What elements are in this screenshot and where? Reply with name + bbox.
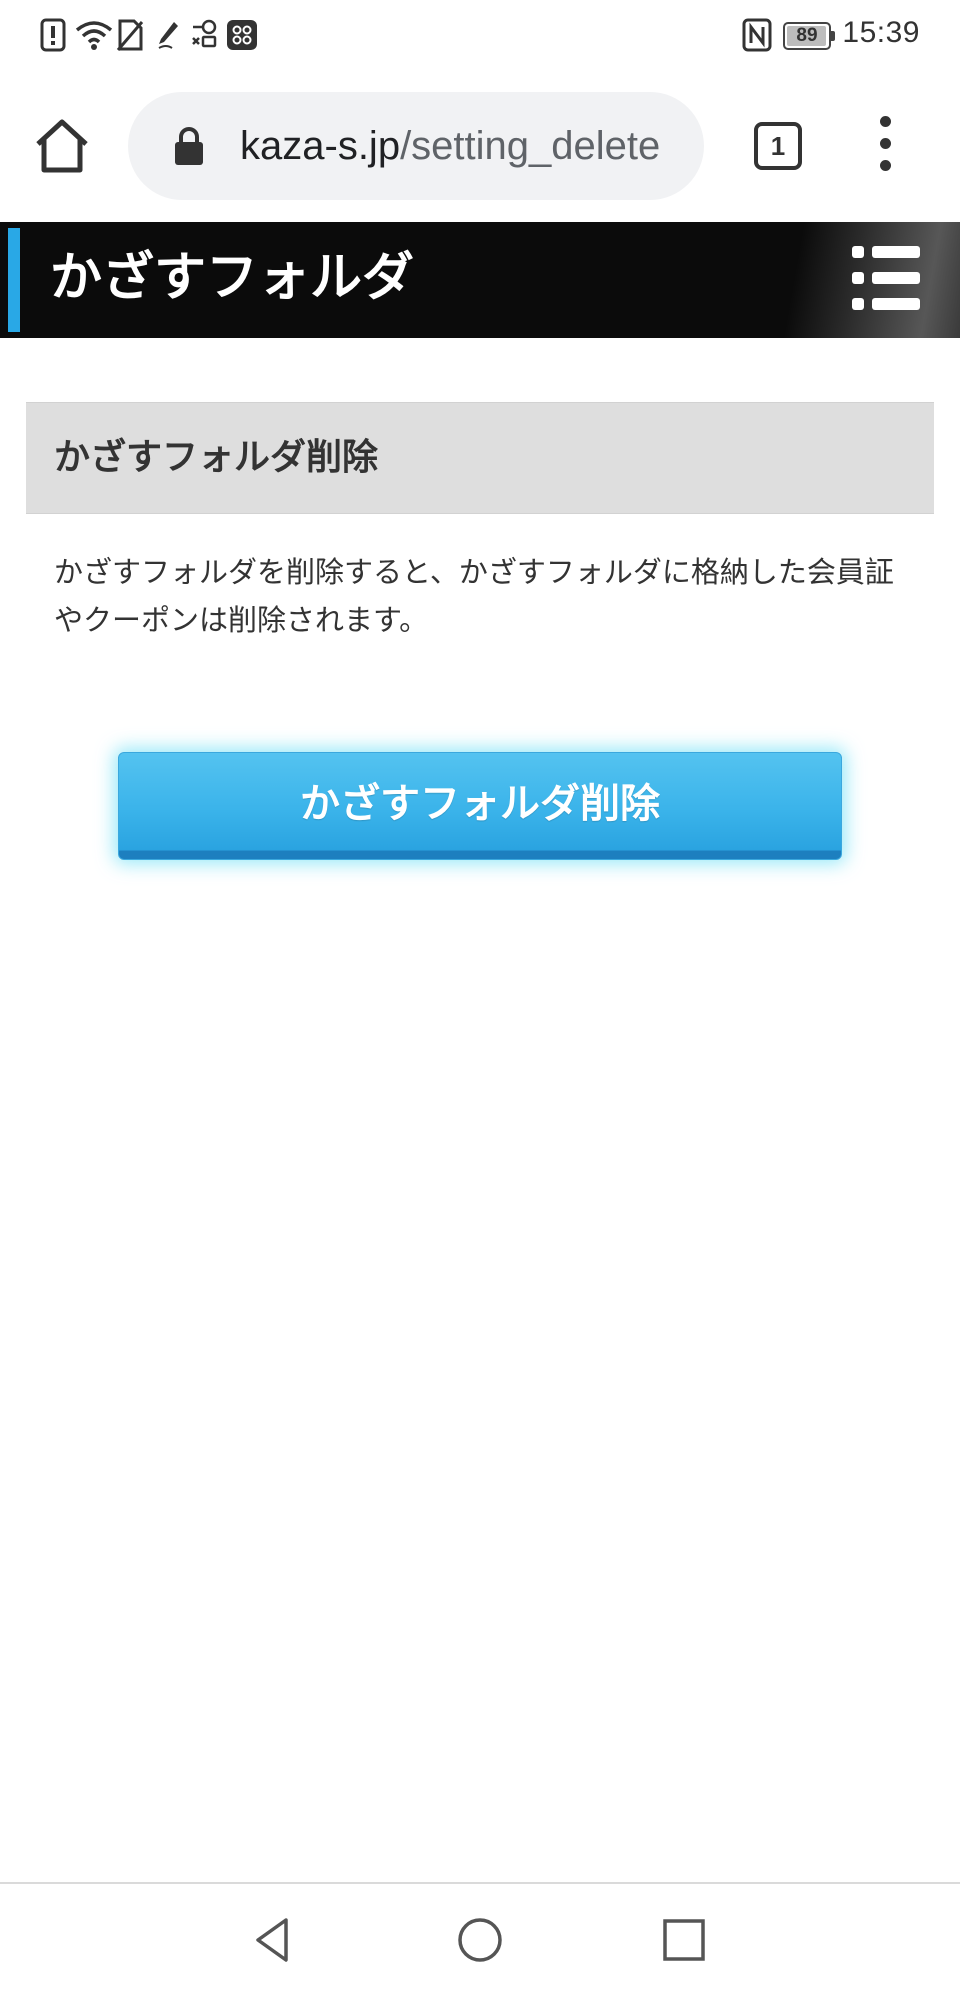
url-host: kaza-s.jp — [240, 124, 401, 168]
overflow-menu-icon[interactable] — [866, 116, 906, 176]
app-grid-icon — [227, 20, 257, 50]
description-text: かざすフォルダを削除すると、かざすフォルダに格納した会員証やクーポンは削除されま… — [54, 555, 894, 637]
battery-icon: 89 — [783, 22, 835, 50]
status-bar: 89 15:39 — [0, 0, 960, 72]
wifi-icon — [75, 21, 113, 50]
nfc-icon — [742, 18, 772, 52]
page: 89 15:39 kaza-s.jp/setting_delete 1 かざすフ… — [0, 0, 960, 1991]
no-sim-icon — [116, 19, 144, 51]
delete-folder-button-label: かざすフォルダ削除 — [300, 781, 660, 827]
home-circle-icon[interactable] — [452, 1912, 508, 1968]
home-icon[interactable] — [30, 114, 94, 178]
lock-icon — [175, 127, 203, 165]
section-heading-box: かざすフォルダ削除 — [26, 402, 934, 514]
back-icon[interactable] — [246, 1912, 302, 1968]
alert-icon — [40, 18, 66, 52]
site-header: かざすフォルダ — [0, 222, 960, 338]
battery-level: 89 — [796, 25, 818, 46]
voicemail-icon — [192, 19, 217, 48]
tab-switcher-icon[interactable]: 1 — [754, 122, 802, 170]
delete-folder-button[interactable]: かざすフォルダ削除 — [118, 752, 842, 860]
section-title: かざすフォルダ削除 — [54, 437, 379, 478]
url-path: /setting_delete — [400, 124, 661, 168]
header-accent-bar — [8, 228, 20, 332]
browser-toolbar: kaza-s.jp/setting_delete 1 — [0, 72, 960, 222]
site-title[interactable]: かざすフォルダ — [50, 244, 414, 312]
hamburger-menu-icon[interactable] — [852, 246, 920, 310]
system-nav-bar — [0, 1882, 960, 1991]
url-bar[interactable]: kaza-s.jp/setting_delete — [128, 92, 704, 200]
url-text[interactable]: kaza-s.jp/setting_delete — [240, 116, 680, 176]
clock: 15:39 — [842, 16, 920, 49]
recents-icon[interactable] — [656, 1912, 712, 1968]
pen-icon — [158, 22, 178, 49]
tab-count: 1 — [770, 131, 786, 161]
